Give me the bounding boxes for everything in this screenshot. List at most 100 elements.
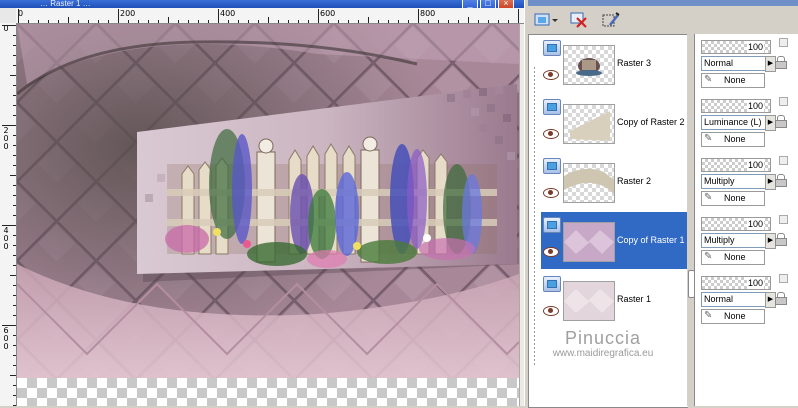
layer-name[interactable]: Raster 2 — [617, 176, 651, 186]
lock-icon[interactable] — [775, 174, 787, 187]
layer-row-copy-of-raster-1[interactable]: Copy of Raster 1 — [529, 212, 688, 270]
mask-field[interactable]: ✎ None — [701, 191, 765, 206]
mask-field[interactable]: ✎ None — [701, 309, 765, 324]
visibility-eye-icon[interactable] — [543, 70, 559, 80]
delete-layer-icon — [570, 12, 587, 28]
artwork — [17, 24, 519, 378]
layer-thumbnail — [563, 281, 615, 321]
mask-value: None — [724, 75, 746, 85]
blend-mode-select[interactable]: Normal — [701, 292, 767, 307]
layer-name[interactable]: Raster 3 — [617, 58, 651, 68]
ruler-tick — [13, 255, 16, 256]
visibility-eye-icon[interactable] — [543, 129, 559, 139]
opacity-value: 100 — [746, 41, 764, 53]
ruler-tick — [178, 20, 179, 23]
layer-props-raster-2: 100 Multiply ▶ ✎ None — [695, 152, 798, 210]
ruler-tick — [10, 75, 16, 76]
new-layer-icon — [534, 13, 558, 26]
layer-row-raster-2[interactable]: Raster 2 — [529, 153, 688, 211]
ruler-tick — [48, 20, 49, 23]
ruler-tick — [318, 9, 319, 23]
link-icon[interactable] — [779, 97, 788, 106]
brush-icon: ✎ — [704, 133, 713, 144]
layers-toolbar — [528, 6, 798, 35]
layer-name[interactable]: Copy of Raster 2 — [617, 117, 685, 127]
opacity-slider[interactable]: 100 — [701, 158, 771, 172]
ruler-tick — [458, 20, 459, 23]
ruler-tick — [13, 355, 16, 356]
ruler-tick — [238, 20, 239, 23]
link-icon[interactable] — [779, 215, 788, 224]
layer-row-copy-of-raster-2[interactable]: Copy of Raster 2 — [529, 94, 688, 152]
ruler-tick — [498, 20, 499, 23]
ruler-tick — [338, 20, 339, 23]
ruler-tick — [13, 95, 16, 96]
link-icon[interactable] — [779, 274, 788, 283]
blend-mode-select[interactable]: Multiply — [701, 174, 767, 189]
image-canvas[interactable] — [17, 24, 519, 378]
opacity-slider[interactable]: 100 — [701, 276, 771, 290]
layer-props-raster-3: 100 Normal ▶ ✎ None — [695, 34, 798, 92]
ruler-tick — [13, 385, 16, 386]
blend-mode-select[interactable]: Luminance (L) — [701, 115, 767, 130]
layer-props-raster-1: 100 Normal ▶ ✎ None — [695, 270, 798, 328]
layer-props-copy-of-raster-2: 100 Luminance (L) ▶ ✎ None — [695, 93, 798, 151]
ruler-tick — [218, 9, 219, 23]
mask-value: None — [724, 311, 746, 321]
link-icon[interactable] — [779, 156, 788, 165]
opacity-slider[interactable]: 100 — [701, 40, 771, 54]
lock-icon[interactable] — [775, 56, 787, 69]
layer-name[interactable]: Copy of Raster 1 — [617, 235, 685, 245]
ruler-tick — [13, 65, 16, 66]
link-icon[interactable] — [779, 38, 788, 47]
ruler-label: 2 0 0 — [3, 126, 9, 151]
layer-row-raster-3[interactable]: Raster 3 — [529, 35, 688, 93]
ruler-tick — [13, 35, 16, 36]
vertical-ruler: 0 2 0 0 4 0 0 6 0 0 — [0, 23, 17, 406]
blend-mode-select[interactable]: Normal — [701, 56, 767, 71]
ruler-tick — [138, 20, 139, 23]
ruler-tick — [88, 20, 89, 23]
layer-thumbnail — [563, 163, 615, 203]
ruler-tick — [298, 20, 299, 23]
lock-icon[interactable] — [775, 292, 787, 305]
visibility-eye-icon[interactable] — [543, 188, 559, 198]
layer-thumbnail — [563, 45, 615, 85]
transparent-area — [17, 378, 519, 406]
new-layer-button[interactable] — [532, 10, 560, 30]
visibility-eye-icon[interactable] — [543, 306, 559, 316]
mask-field[interactable]: ✎ None — [701, 73, 765, 88]
ruler-tick — [308, 20, 309, 23]
ruler-tick — [13, 295, 16, 296]
ruler-tick — [98, 20, 99, 23]
opacity-slider[interactable]: 100 — [701, 99, 771, 113]
layer-properties-button[interactable] — [600, 10, 622, 30]
layer-row-raster-1[interactable]: Raster 1 — [529, 271, 688, 329]
ruler-tick — [108, 20, 109, 23]
mask-field[interactable]: ✎ None — [701, 132, 765, 147]
lock-icon[interactable] — [775, 233, 787, 246]
ruler-tick — [13, 85, 16, 86]
watermark-url: www.maidiregrafica.eu — [552, 348, 654, 359]
properties-icon — [602, 12, 620, 27]
ruler-tick — [13, 185, 16, 186]
layer-type-icon — [543, 276, 561, 292]
visibility-eye-icon[interactable] — [543, 247, 559, 257]
ruler-tick — [208, 20, 209, 23]
ruler-tick — [13, 395, 16, 396]
mask-field[interactable]: ✎ None — [701, 250, 765, 265]
delete-layer-button[interactable] — [568, 10, 590, 30]
ruler-tick — [2, 125, 16, 126]
mask-value: None — [724, 193, 746, 203]
panel-splitter[interactable] — [687, 34, 695, 406]
layer-name[interactable]: Raster 1 — [617, 294, 651, 304]
ruler-label: 4 0 0 — [3, 226, 9, 251]
ruler-tick — [13, 245, 16, 246]
ruler-tick — [2, 325, 16, 326]
ruler-tick — [10, 275, 16, 276]
opacity-slider[interactable]: 100 — [701, 217, 771, 231]
lock-icon[interactable] — [775, 115, 787, 128]
ruler-tick — [13, 55, 16, 56]
brush-icon: ✎ — [704, 192, 713, 203]
blend-mode-select[interactable]: Multiply — [701, 233, 767, 248]
